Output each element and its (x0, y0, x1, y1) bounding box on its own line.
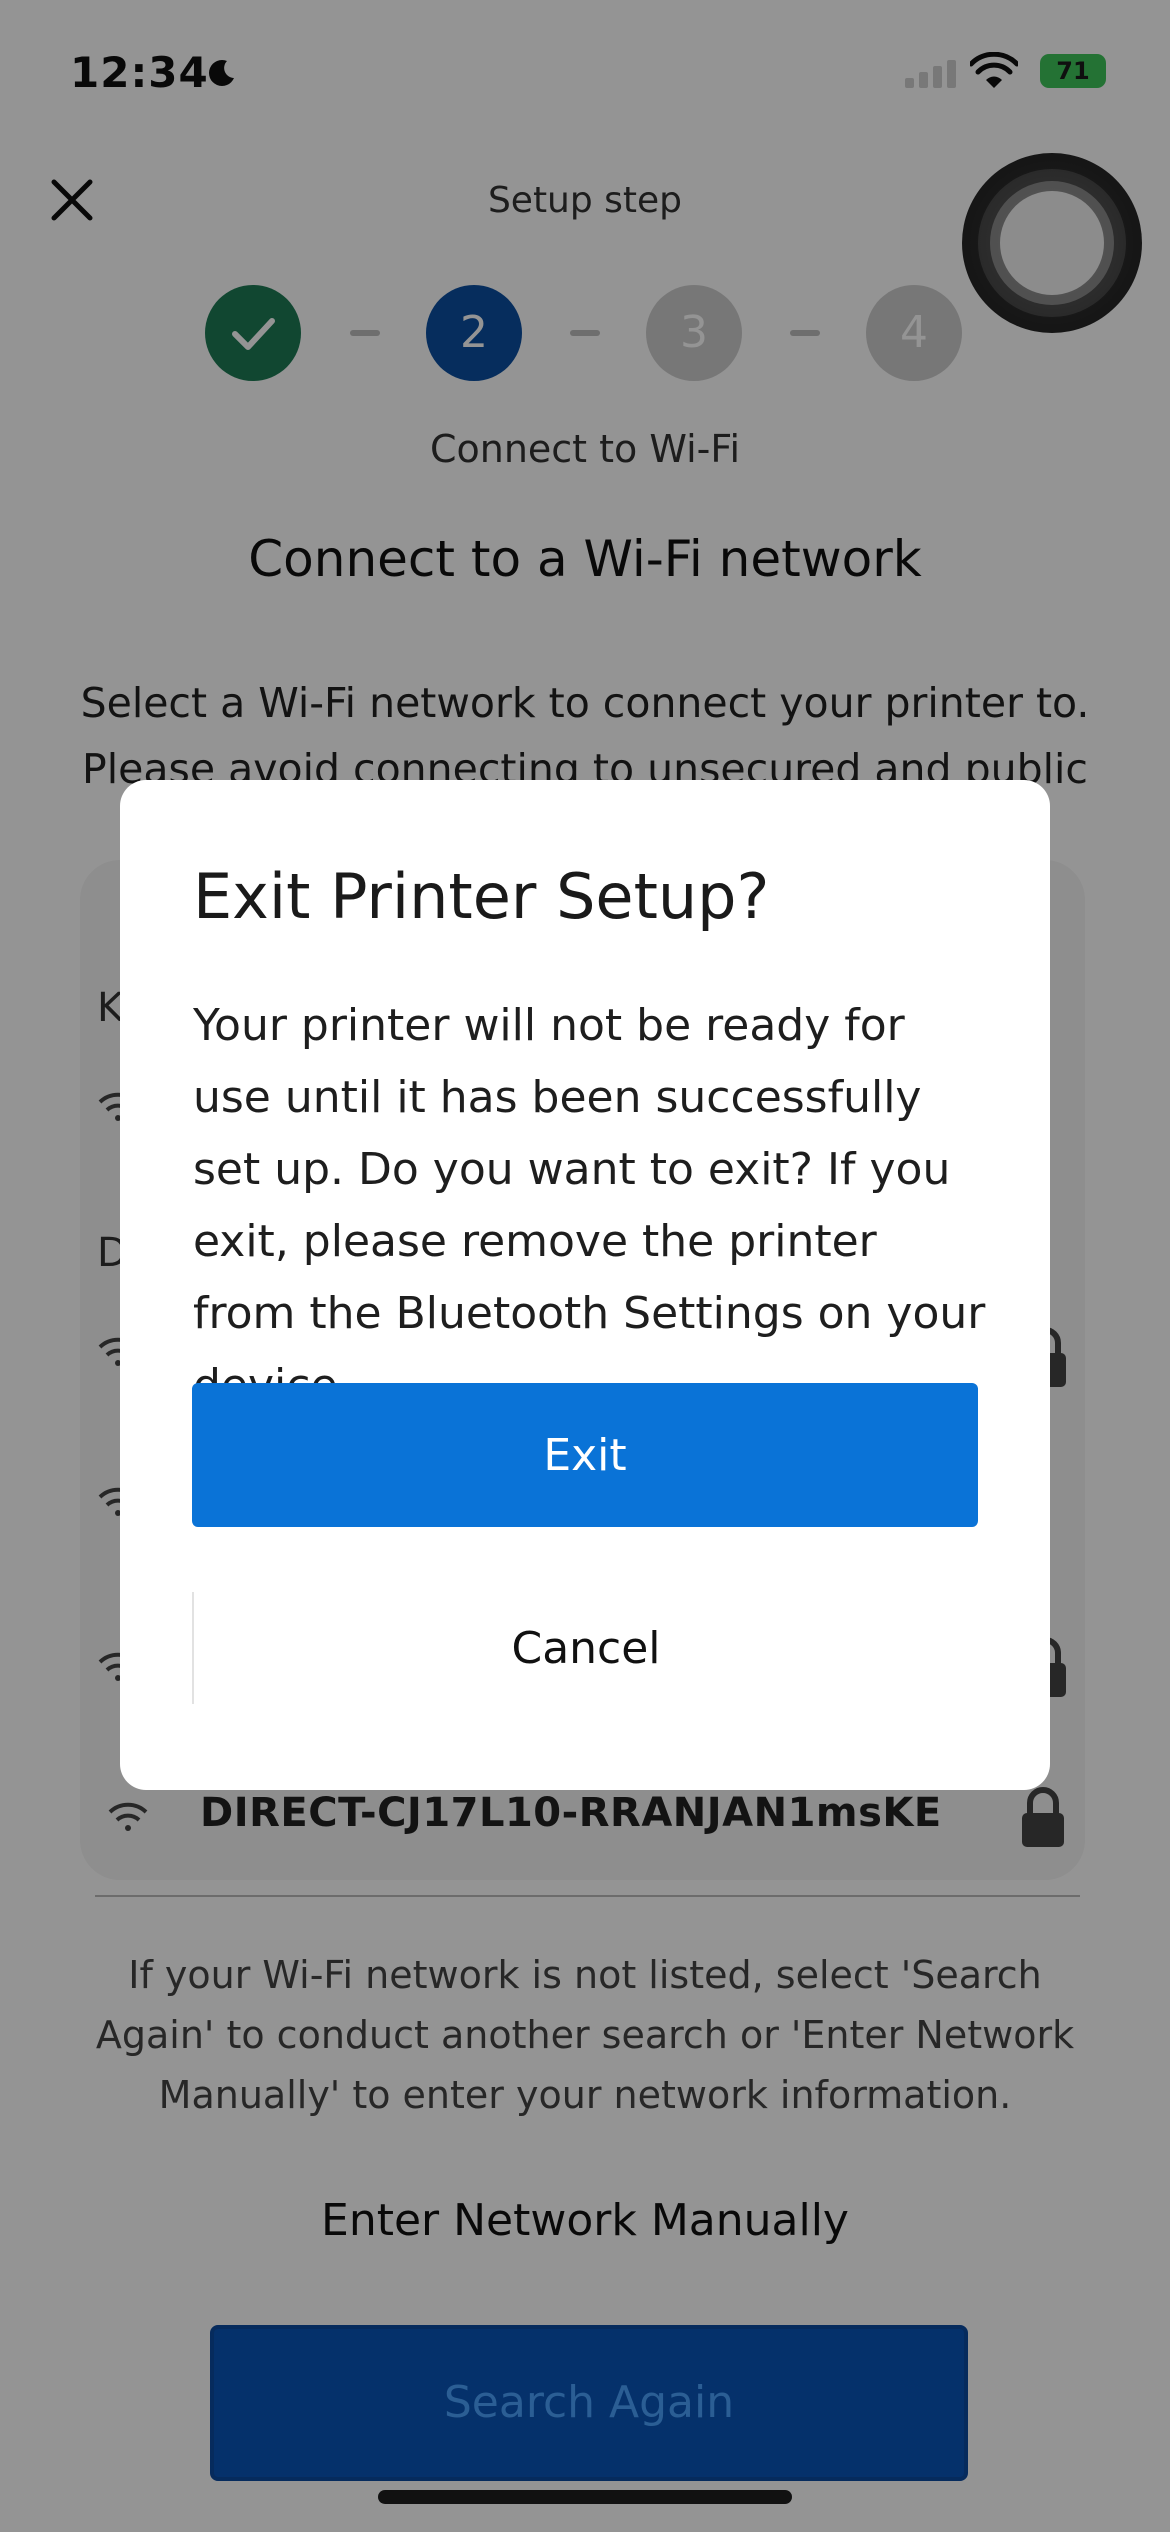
exit-setup-dialog: Exit Printer Setup? Your printer will no… (120, 780, 1050, 1790)
printer-setup-screen: 12:34 71 Setup step 2 3 4 Connect to Wi-… (0, 0, 1170, 2532)
dialog-title: Exit Printer Setup? (193, 860, 770, 933)
home-indicator[interactable] (378, 2490, 792, 2504)
cancel-button[interactable]: Cancel (192, 1592, 978, 1704)
exit-button[interactable]: Exit (192, 1383, 978, 1527)
dialog-message: Your printer will not be ready for use u… (193, 1000, 986, 1411)
